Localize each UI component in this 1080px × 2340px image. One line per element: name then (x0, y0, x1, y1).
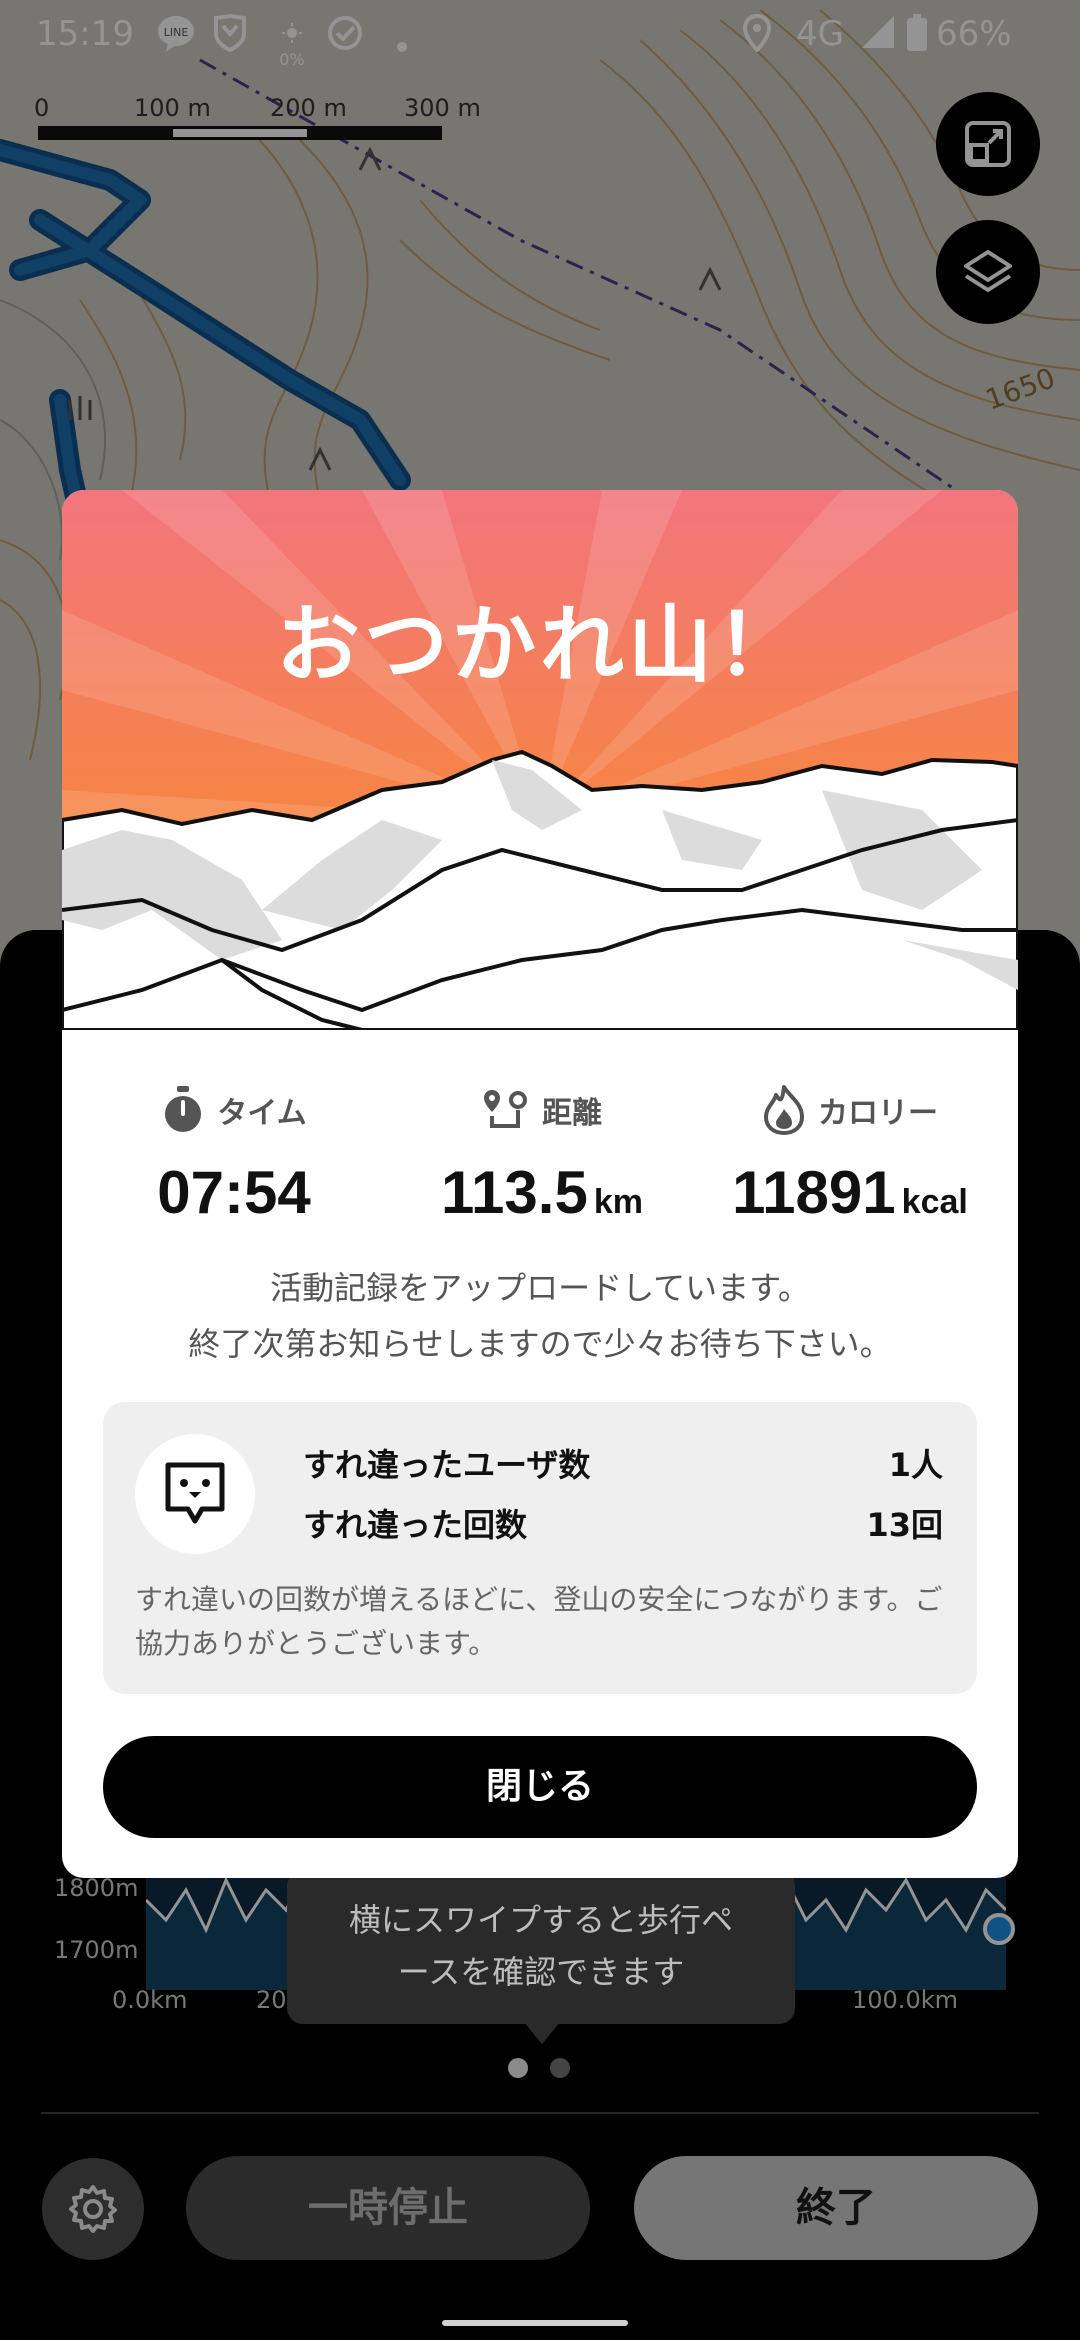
swipe-hint-tooltip: 横にスワイプすると歩行ペ ースを確認できます (287, 1870, 795, 2024)
dialog-title: おつかれ山！ (275, 596, 804, 694)
page-dot[interactable] (550, 2058, 570, 2078)
tooltip-tail (524, 2022, 560, 2044)
stat-time: タイム 07:54 (84, 1080, 384, 1227)
route-icon (484, 1090, 527, 1128)
mountain-hero-illustration (62, 490, 1018, 1030)
stat-distance-value: 113.5 (441, 1159, 588, 1226)
encounter-avatar (135, 1434, 255, 1554)
tooltip-line-2: ースを確認できます (397, 1953, 685, 1991)
encounter-count-row: すれ違った回数 13回 (303, 1500, 943, 1548)
stat-time-value: 07:54 (157, 1159, 311, 1226)
gear-icon (69, 2185, 117, 2233)
stat-distance: 距離 113.5 km (392, 1080, 692, 1227)
summit-complete-dialog: おつかれ山！ タイム 07:54 距離 113.5 km カロリー 11891 … (62, 490, 1018, 1878)
encounter-count-value: 13回 (866, 1506, 943, 1544)
encounter-summary: すれ違ったユーザ数 1人 すれ違った回数 13回 すれ違いの回数が増えるほどに、… (103, 1402, 977, 1694)
stat-distance-unit: km (593, 1183, 643, 1221)
encounter-users-label: すれ違ったユーザ数 (303, 1446, 591, 1484)
end-button[interactable]: 終了 (634, 2156, 1038, 2260)
stopwatch-icon (165, 1086, 202, 1132)
encounter-note: すれ違いの回数が増えるほどに、登山の安全につながります。ご協力ありがとうございま… (135, 1583, 943, 1660)
tooltip-line-1: 横にスワイプすると歩行ペ (348, 1901, 733, 1939)
home-indicator[interactable] (442, 2320, 628, 2326)
stat-calories: カロリー 11891 kcal (700, 1080, 1000, 1227)
encounter-users-row: すれ違ったユーザ数 1人 (303, 1440, 943, 1488)
encounter-count-label: すれ違った回数 (303, 1506, 528, 1544)
pause-button[interactable]: 一時停止 (186, 2156, 590, 2260)
upload-message: 活動記録をアップロードしています。 終了次第お知らせしますので少々お待ち下さい。 (82, 1260, 998, 1372)
upload-message-line-2: 終了次第お知らせしますので少々お待ち下さい。 (188, 1325, 892, 1363)
close-button[interactable]: 閉じる (103, 1736, 977, 1838)
stat-calories-value: 11891 (732, 1159, 896, 1226)
upload-message-line-1: 活動記録をアップロードしています。 (270, 1269, 810, 1307)
stat-distance-label: 距離 (542, 1096, 602, 1131)
settings-button[interactable] (42, 2158, 144, 2260)
encounter-users-value: 1人 (888, 1446, 943, 1484)
controls-divider (41, 2112, 1039, 2114)
chat-face-icon (165, 1462, 225, 1524)
app-screen: 1650 0 100 m 200 m 300 m 15:19 LINE 0% 4… (0, 0, 1080, 2340)
page-dot-active[interactable] (508, 2058, 528, 2078)
flame-icon (764, 1085, 804, 1135)
stat-time-label: タイム (217, 1096, 307, 1131)
stat-calories-label: カロリー (818, 1096, 938, 1131)
page-indicator (508, 2058, 578, 2082)
activity-stats: タイム 07:54 距離 113.5 km カロリー 11891 kcal (62, 1080, 1018, 1230)
stat-calories-unit: kcal (901, 1183, 968, 1221)
